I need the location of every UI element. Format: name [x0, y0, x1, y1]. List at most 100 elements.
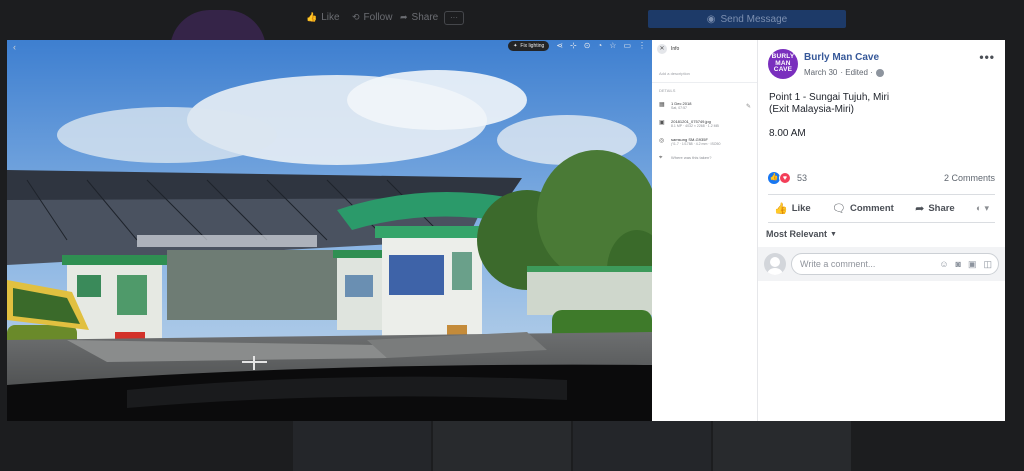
more-icon[interactable]: ⋮ — [638, 41, 646, 51]
post-meta: March 30 · Edited · — [804, 68, 884, 77]
background-thumbnail[interactable] — [713, 421, 851, 471]
background-thumbnail[interactable] — [433, 421, 571, 471]
fix-lighting-label: Fix lighting — [520, 43, 545, 49]
avatar-logo-text: BURLY MAN CAVE — [772, 54, 795, 74]
most-relevant-dropdown[interactable]: Most Relevant ▼ — [766, 229, 837, 239]
post-body: Point 1 - Sungai Tujuh, Miri (Exit Malay… — [758, 86, 1005, 140]
emoji-icon[interactable]: ☺ — [939, 259, 948, 270]
info-location-row[interactable]: ⌖ Where was this taken? — [652, 155, 757, 162]
reaction-picker-button[interactable]: ◐ ▾ — [976, 203, 989, 214]
user-avatar — [764, 253, 786, 275]
share-label: Share — [928, 202, 955, 214]
comment-bubble-icon: 🗨 — [832, 202, 846, 215]
photo-viewer[interactable]: ‹ ✦ Fix lighting ⋖ ⊹ ⊙ ◔ ☆ ▭ ⋮ — [7, 40, 652, 421]
background-thumbnail[interactable] — [293, 421, 431, 471]
location-pin-icon: ⌖ — [659, 155, 663, 161]
comment-input[interactable] — [800, 259, 940, 269]
background-follow-label: Follow — [363, 12, 393, 23]
reactions-summary[interactable]: 👍 ♥ 53 — [768, 172, 807, 184]
caret-down-icon: ▾ — [984, 202, 989, 213]
file-details: 8.1 MP · 4032 × 2268 · 1.2 MB — [671, 124, 719, 128]
background-like-button[interactable]: 👍 Like — [306, 12, 340, 23]
background-more-button[interactable]: ··· — [444, 11, 464, 25]
share-icon[interactable]: ⋖ — [556, 41, 563, 51]
sticker-icon[interactable]: ◫ — [983, 259, 992, 270]
comment-composer: ☺ ◙ ▣ ◫ — [758, 247, 1005, 281]
background-photo-strip — [293, 421, 851, 471]
photo-info-panel: ✕ Info Add a description DETAILS ▦ 1 Dec… — [652, 40, 758, 421]
background-more-label: ··· — [450, 13, 458, 22]
photo-toolbar-actions: ✦ Fix lighting ⋖ ⊹ ⊙ ◔ ☆ ▭ ⋮ — [508, 41, 646, 51]
info-file-row: ▣ 20181201_075749.jpg 8.1 MP · 4032 × 22… — [652, 119, 757, 129]
tag-icon[interactable]: ⊹ — [570, 41, 577, 51]
location-prompt: Where was this taken? — [671, 155, 712, 160]
share-arrow-icon: ➦ — [915, 202, 925, 215]
sparkle-icon: ✦ — [513, 43, 518, 49]
caret-down-icon: ▼ — [830, 230, 837, 238]
thumbs-up-icon: 👍 — [774, 202, 788, 215]
post-date[interactable]: March 30 — [804, 68, 837, 77]
photo-time: Sat, 07:57 — [671, 106, 687, 110]
post-text-line: 8.00 AM — [769, 128, 806, 139]
camera-icon[interactable]: ◙ — [956, 259, 961, 270]
info-title: Info — [671, 46, 680, 52]
follow-icon: ⟲ — [352, 12, 360, 22]
reaction-count: 53 — [797, 173, 808, 183]
send-message-button[interactable]: ◉ Send Message — [648, 10, 846, 28]
globe-icon — [875, 68, 884, 77]
post-text-line: (Exit Malaysia-Miri) — [769, 104, 854, 115]
close-icon[interactable]: ✕ — [657, 44, 667, 54]
fix-lighting-chip[interactable]: ✦ Fix lighting — [508, 41, 550, 51]
thumbs-up-icon: 👍 — [306, 12, 318, 22]
screen: 👍 Like ⟲ Follow ➦ Share ··· ◉ Send Message — [0, 0, 1024, 471]
checkpoint-photo — [7, 40, 652, 421]
profile-silhouette-icon: ◐ — [976, 203, 982, 213]
image-icon: ▣ — [659, 120, 665, 126]
post-header: BURLY MAN CAVE Burly Man Cave March 30 ·… — [758, 40, 1005, 86]
divider — [768, 194, 995, 195]
camera-settings: ƒ/1.7 · 1/1788 · 4.2 mm · ISO50 — [671, 142, 721, 146]
photo-toolbar: ‹ ✦ Fix lighting ⋖ ⊹ ⊙ ◔ ☆ ▭ ⋮ — [7, 40, 652, 54]
page-avatar[interactable]: BURLY MAN CAVE — [768, 49, 798, 79]
details-heading: DETAILS — [659, 88, 676, 93]
post-options-button[interactable]: ••• — [979, 50, 995, 64]
comment-button[interactable]: 🗨 Comment — [832, 202, 894, 215]
relevance-label: Most Relevant — [766, 229, 828, 239]
post-actions: 👍 Like 🗨 Comment ➦ Share ◐ ▾ — [768, 197, 995, 219]
background-share-button[interactable]: ➦ Share — [400, 12, 438, 23]
info-date-row[interactable]: ▦ 1 Dec 2018 Sat, 07:57 ✎ — [652, 101, 757, 111]
calendar-icon: ▦ — [659, 102, 665, 108]
info-header: ✕ Info — [652, 40, 757, 58]
info-camera-row: ◎ samsung SM-G935F ƒ/1.7 · 1/1788 · 4.2 … — [652, 137, 757, 147]
send-message-label: Send Message — [720, 13, 788, 25]
post-text-line: Point 1 - Sungai Tujuh, Miri — [769, 92, 890, 103]
share-button[interactable]: ➦ Share — [915, 202, 955, 215]
page-name-link[interactable]: Burly Man Cave — [804, 52, 879, 63]
delete-icon[interactable]: ▭ — [623, 41, 631, 51]
background-like-label: Like — [321, 12, 340, 23]
timer-icon[interactable]: ◔ — [597, 41, 602, 51]
avatar-line: CAVE — [773, 66, 793, 74]
gif-icon[interactable]: ▣ — [968, 259, 977, 270]
share-arrow-icon: ➦ — [400, 12, 408, 22]
love-reaction-icon: ♥ — [779, 172, 791, 184]
like-button[interactable]: 👍 Like — [774, 202, 811, 215]
location-icon[interactable]: ⊙ — [584, 41, 591, 51]
comments-count-link[interactable]: 2 Comments — [944, 173, 995, 183]
background-thumbnail[interactable] — [573, 421, 711, 471]
messenger-icon: ◉ — [706, 13, 716, 25]
post-panel: BURLY MAN CAVE Burly Man Cave March 30 ·… — [758, 40, 1005, 421]
aperture-icon: ◎ — [659, 138, 665, 144]
add-description-field[interactable]: Add a description — [652, 58, 757, 76]
edit-pencil-icon[interactable]: ✎ — [746, 103, 751, 110]
comment-label: Comment — [849, 202, 894, 214]
divider — [768, 222, 995, 223]
comment-attachments: ☺ ◙ ▣ ◫ — [939, 259, 992, 270]
star-icon[interactable]: ☆ — [609, 41, 616, 51]
background-follow-button[interactable]: ⟲ Follow — [352, 12, 392, 23]
edited-label[interactable]: · Edited · — [840, 68, 872, 77]
comment-input-container[interactable]: ☺ ◙ ▣ ◫ — [791, 253, 999, 275]
like-label: Like — [791, 202, 811, 214]
background-share-label: Share — [411, 12, 439, 23]
back-arrow-icon[interactable]: ‹ — [13, 42, 16, 52]
